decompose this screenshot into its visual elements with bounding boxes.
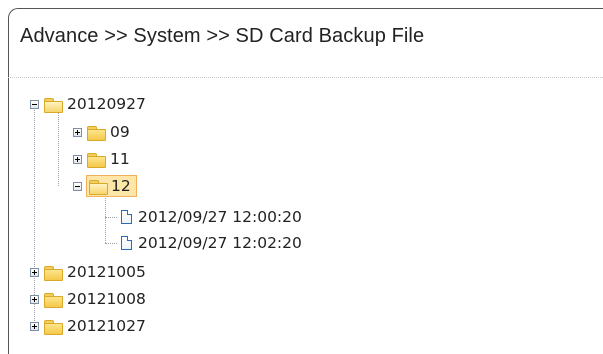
tree-connector xyxy=(105,217,117,218)
tree-node-label[interactable]: 20120927 xyxy=(65,94,148,114)
tree-node-12[interactable]: 12 xyxy=(73,175,137,197)
folder-icon xyxy=(86,125,106,141)
tree-node-20121027[interactable]: 20121027 xyxy=(30,315,148,337)
tree-node-09[interactable]: 09 xyxy=(73,121,132,143)
expand-icon[interactable] xyxy=(30,321,39,331)
tree-node-root[interactable]: 20120927 xyxy=(30,93,148,115)
tree-node-label[interactable]: 20121027 xyxy=(65,316,148,336)
tree-connector xyxy=(58,112,59,186)
backup-file-item[interactable]: 2012/09/27 12:02:20 xyxy=(121,232,304,254)
backup-file-tree: 20120927 09 11 12 2012/09/27 12:00:20 20… xyxy=(0,0,603,347)
file-label[interactable]: 2012/09/27 12:00:20 xyxy=(136,207,304,227)
collapse-icon[interactable] xyxy=(73,181,82,191)
file-icon xyxy=(121,210,132,224)
expand-icon[interactable] xyxy=(73,154,82,164)
folder-icon xyxy=(86,152,106,168)
folder-icon xyxy=(43,265,63,281)
expand-icon[interactable] xyxy=(30,267,39,277)
tree-node-label[interactable]: 09 xyxy=(108,122,132,142)
folder-open-icon xyxy=(88,179,108,195)
folder-icon xyxy=(43,292,63,308)
backup-file-item[interactable]: 2012/09/27 12:00:20 xyxy=(121,206,304,228)
selected-node[interactable]: 12 xyxy=(86,175,137,197)
tree-node-11[interactable]: 11 xyxy=(73,148,132,170)
collapse-icon[interactable] xyxy=(30,99,39,109)
tree-connector xyxy=(105,196,106,243)
folder-icon xyxy=(43,319,63,335)
file-icon xyxy=(121,236,132,250)
tree-node-20121008[interactable]: 20121008 xyxy=(30,288,148,310)
tree-node-label[interactable]: 12 xyxy=(110,176,135,196)
expand-icon[interactable] xyxy=(73,127,82,137)
tree-node-20121005[interactable]: 20121005 xyxy=(30,261,148,283)
tree-node-label[interactable]: 20121008 xyxy=(65,289,148,309)
tree-node-label[interactable]: 20121005 xyxy=(65,262,148,282)
tree-node-label[interactable]: 11 xyxy=(108,149,132,169)
expand-icon[interactable] xyxy=(30,294,39,304)
tree-connector xyxy=(105,243,117,244)
file-label[interactable]: 2012/09/27 12:02:20 xyxy=(136,233,304,253)
folder-open-icon xyxy=(43,97,63,113)
